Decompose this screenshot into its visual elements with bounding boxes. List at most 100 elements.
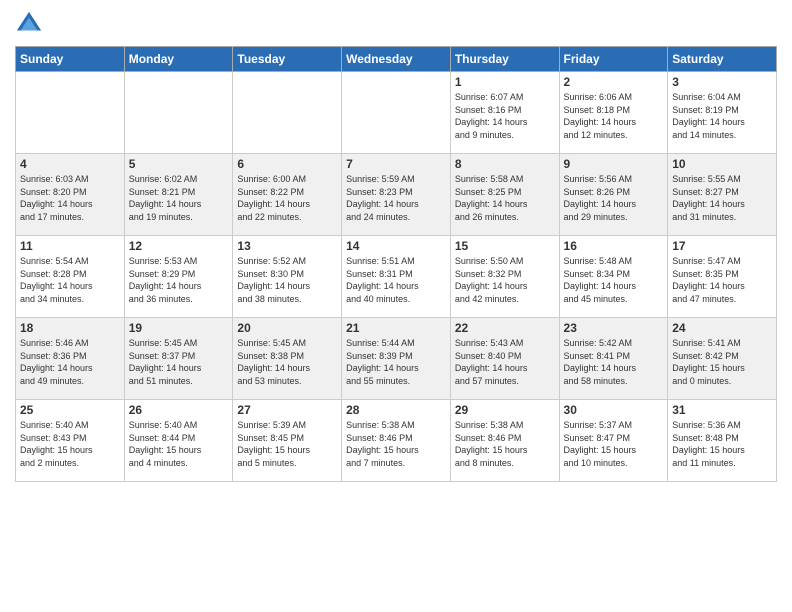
day-number: 20 xyxy=(237,321,337,335)
day-cell: 4 Sunrise: 6:03 AM Sunset: 8:20 PM Daylig… xyxy=(16,154,125,236)
day-cell: 30 Sunrise: 5:37 AM Sunset: 8:47 PM Dayli… xyxy=(559,400,668,482)
weekday-header-thursday: Thursday xyxy=(450,47,559,72)
day-info: Sunrise: 6:03 AM Sunset: 8:20 PM Dayligh… xyxy=(20,173,120,223)
day-cell: 25 Sunrise: 5:40 AM Sunset: 8:43 PM Dayli… xyxy=(16,400,125,482)
weekday-header-wednesday: Wednesday xyxy=(342,47,451,72)
page: SundayMondayTuesdayWednesdayThursdayFrid… xyxy=(0,0,792,612)
day-info: Sunrise: 5:58 AM Sunset: 8:25 PM Dayligh… xyxy=(455,173,555,223)
day-cell: 14 Sunrise: 5:51 AM Sunset: 8:31 PM Dayli… xyxy=(342,236,451,318)
day-cell: 2Sunrise: 6:06 AM Sunset: 8:18 PM Daylig… xyxy=(559,72,668,154)
day-info: Sunrise: 5:45 AM Sunset: 8:38 PM Dayligh… xyxy=(237,337,337,387)
day-number: 23 xyxy=(564,321,664,335)
day-number: 13 xyxy=(237,239,337,253)
day-info: Sunrise: 5:45 AM Sunset: 8:37 PM Dayligh… xyxy=(129,337,229,387)
day-number: 18 xyxy=(20,321,120,335)
day-number: 31 xyxy=(672,403,772,417)
day-cell xyxy=(16,72,125,154)
day-info: Sunrise: 5:46 AM Sunset: 8:36 PM Dayligh… xyxy=(20,337,120,387)
day-info: Sunrise: 5:39 AM Sunset: 8:45 PM Dayligh… xyxy=(237,419,337,469)
day-cell: 15 Sunrise: 5:50 AM Sunset: 8:32 PM Dayli… xyxy=(450,236,559,318)
day-info: Sunrise: 5:59 AM Sunset: 8:23 PM Dayligh… xyxy=(346,173,446,223)
day-number: 10 xyxy=(672,157,772,171)
day-cell: 8 Sunrise: 5:58 AM Sunset: 8:25 PM Daylig… xyxy=(450,154,559,236)
day-number: 28 xyxy=(346,403,446,417)
day-info: Sunrise: 6:07 AM Sunset: 8:16 PM Dayligh… xyxy=(455,91,555,141)
day-number: 2 xyxy=(564,75,664,89)
day-cell: 9Sunrise: 5:56 AM Sunset: 8:26 PM Daylig… xyxy=(559,154,668,236)
day-number: 26 xyxy=(129,403,229,417)
logo xyxy=(15,10,47,38)
day-cell xyxy=(342,72,451,154)
day-number: 24 xyxy=(672,321,772,335)
day-info: Sunrise: 5:48 AM Sunset: 8:34 PM Dayligh… xyxy=(564,255,664,305)
day-cell: 23Sunrise: 5:42 AM Sunset: 8:41 PM Dayli… xyxy=(559,318,668,400)
day-number: 21 xyxy=(346,321,446,335)
day-cell: 13 Sunrise: 5:52 AM Sunset: 8:30 PM Dayli… xyxy=(233,236,342,318)
day-number: 3 xyxy=(672,75,772,89)
day-number: 4 xyxy=(20,157,120,171)
day-cell: 3 Sunrise: 6:04 AM Sunset: 8:19 PM Daylig… xyxy=(668,72,777,154)
day-info: Sunrise: 5:51 AM Sunset: 8:31 PM Dayligh… xyxy=(346,255,446,305)
week-row-3: 11Sunrise: 5:54 AM Sunset: 8:28 PM Dayli… xyxy=(16,236,777,318)
day-number: 14 xyxy=(346,239,446,253)
day-info: Sunrise: 5:40 AM Sunset: 8:44 PM Dayligh… xyxy=(129,419,229,469)
day-cell: 19 Sunrise: 5:45 AM Sunset: 8:37 PM Dayli… xyxy=(124,318,233,400)
day-number: 9 xyxy=(564,157,664,171)
day-info: Sunrise: 5:50 AM Sunset: 8:32 PM Dayligh… xyxy=(455,255,555,305)
day-number: 27 xyxy=(237,403,337,417)
day-cell xyxy=(233,72,342,154)
day-cell: 31Sunrise: 5:36 AM Sunset: 8:48 PM Dayli… xyxy=(668,400,777,482)
weekday-header-saturday: Saturday xyxy=(668,47,777,72)
day-info: Sunrise: 5:40 AM Sunset: 8:43 PM Dayligh… xyxy=(20,419,120,469)
week-row-4: 18 Sunrise: 5:46 AM Sunset: 8:36 PM Dayli… xyxy=(16,318,777,400)
day-info: Sunrise: 5:38 AM Sunset: 8:46 PM Dayligh… xyxy=(346,419,446,469)
day-cell: 6 Sunrise: 6:00 AM Sunset: 8:22 PM Daylig… xyxy=(233,154,342,236)
day-cell: 29Sunrise: 5:38 AM Sunset: 8:46 PM Dayli… xyxy=(450,400,559,482)
day-number: 25 xyxy=(20,403,120,417)
week-row-1: 1 Sunrise: 6:07 AM Sunset: 8:16 PM Daylig… xyxy=(16,72,777,154)
day-number: 22 xyxy=(455,321,555,335)
day-cell: 17Sunrise: 5:47 AM Sunset: 8:35 PM Dayli… xyxy=(668,236,777,318)
weekday-header-row: SundayMondayTuesdayWednesdayThursdayFrid… xyxy=(16,47,777,72)
day-cell: 12 Sunrise: 5:53 AM Sunset: 8:29 PM Dayli… xyxy=(124,236,233,318)
day-info: Sunrise: 5:38 AM Sunset: 8:46 PM Dayligh… xyxy=(455,419,555,469)
day-info: Sunrise: 6:02 AM Sunset: 8:21 PM Dayligh… xyxy=(129,173,229,223)
calendar-table: SundayMondayTuesdayWednesdayThursdayFrid… xyxy=(15,46,777,482)
day-info: Sunrise: 5:37 AM Sunset: 8:47 PM Dayligh… xyxy=(564,419,664,469)
day-number: 6 xyxy=(237,157,337,171)
day-number: 8 xyxy=(455,157,555,171)
week-row-2: 4 Sunrise: 6:03 AM Sunset: 8:20 PM Daylig… xyxy=(16,154,777,236)
day-info: Sunrise: 5:41 AM Sunset: 8:42 PM Dayligh… xyxy=(672,337,772,387)
day-info: Sunrise: 5:47 AM Sunset: 8:35 PM Dayligh… xyxy=(672,255,772,305)
day-cell: 16 Sunrise: 5:48 AM Sunset: 8:34 PM Dayli… xyxy=(559,236,668,318)
day-number: 1 xyxy=(455,75,555,89)
week-row-5: 25 Sunrise: 5:40 AM Sunset: 8:43 PM Dayli… xyxy=(16,400,777,482)
day-cell: 10 Sunrise: 5:55 AM Sunset: 8:27 PM Dayli… xyxy=(668,154,777,236)
day-cell: 26 Sunrise: 5:40 AM Sunset: 8:44 PM Dayli… xyxy=(124,400,233,482)
day-cell: 20 Sunrise: 5:45 AM Sunset: 8:38 PM Dayli… xyxy=(233,318,342,400)
day-info: Sunrise: 5:52 AM Sunset: 8:30 PM Dayligh… xyxy=(237,255,337,305)
day-number: 7 xyxy=(346,157,446,171)
day-info: Sunrise: 6:04 AM Sunset: 8:19 PM Dayligh… xyxy=(672,91,772,141)
day-number: 11 xyxy=(20,239,120,253)
day-cell: 24 Sunrise: 5:41 AM Sunset: 8:42 PM Dayli… xyxy=(668,318,777,400)
day-info: Sunrise: 5:43 AM Sunset: 8:40 PM Dayligh… xyxy=(455,337,555,387)
day-info: Sunrise: 5:53 AM Sunset: 8:29 PM Dayligh… xyxy=(129,255,229,305)
day-number: 19 xyxy=(129,321,229,335)
logo-icon xyxy=(15,10,43,38)
day-number: 15 xyxy=(455,239,555,253)
header xyxy=(15,10,777,38)
day-cell: 1 Sunrise: 6:07 AM Sunset: 8:16 PM Daylig… xyxy=(450,72,559,154)
day-info: Sunrise: 5:44 AM Sunset: 8:39 PM Dayligh… xyxy=(346,337,446,387)
day-cell: 28 Sunrise: 5:38 AM Sunset: 8:46 PM Dayli… xyxy=(342,400,451,482)
day-cell: 21 Sunrise: 5:44 AM Sunset: 8:39 PM Dayli… xyxy=(342,318,451,400)
day-number: 30 xyxy=(564,403,664,417)
day-info: Sunrise: 5:55 AM Sunset: 8:27 PM Dayligh… xyxy=(672,173,772,223)
weekday-header-monday: Monday xyxy=(124,47,233,72)
day-number: 16 xyxy=(564,239,664,253)
weekday-header-tuesday: Tuesday xyxy=(233,47,342,72)
day-number: 12 xyxy=(129,239,229,253)
day-cell: 27 Sunrise: 5:39 AM Sunset: 8:45 PM Dayli… xyxy=(233,400,342,482)
day-info: Sunrise: 6:00 AM Sunset: 8:22 PM Dayligh… xyxy=(237,173,337,223)
day-number: 5 xyxy=(129,157,229,171)
